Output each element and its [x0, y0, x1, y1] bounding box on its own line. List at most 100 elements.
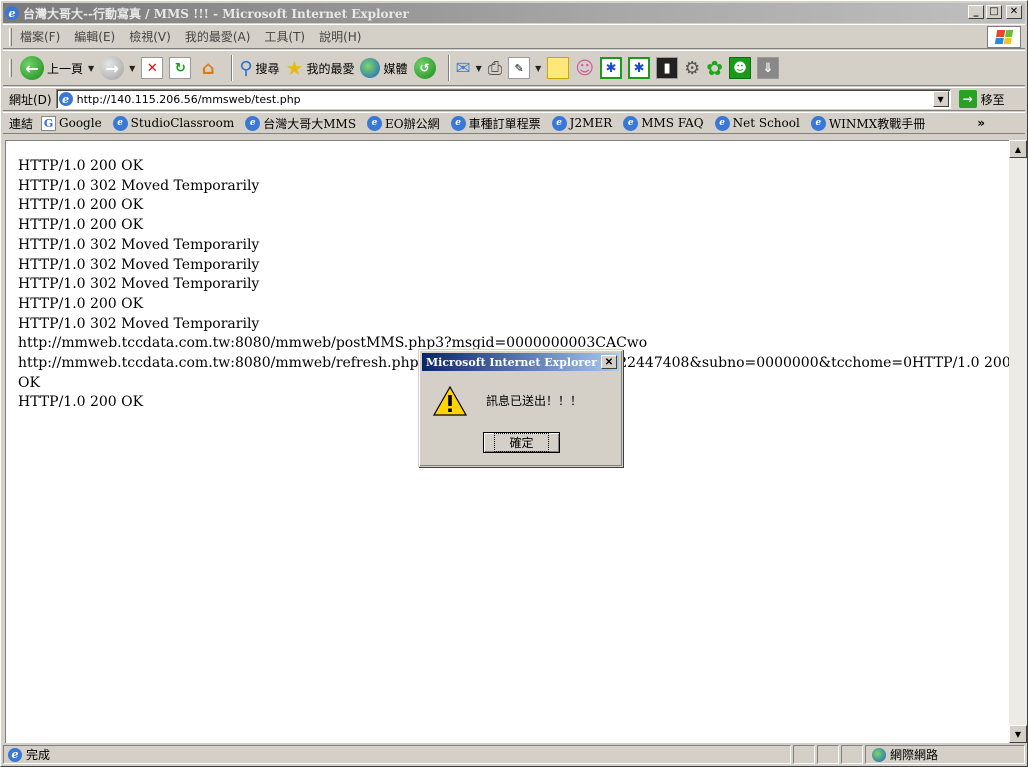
address-dropdown-icon[interactable]: ▼ — [932, 91, 949, 107]
dialog-close-button[interactable]: ✕ — [601, 355, 617, 369]
forward-dropdown-icon[interactable]: ▼ — [129, 64, 135, 73]
edit-dropdown-icon[interactable]: ▼ — [535, 64, 541, 73]
maximize-button[interactable]: □ — [986, 5, 1002, 19]
edit-button[interactable]: ✎ ▼ — [508, 54, 541, 82]
history-button[interactable]: ↺ — [413, 54, 436, 82]
address-input[interactable]: e http://140.115.206.56/mmsweb/test.php … — [55, 89, 951, 109]
links-overflow-chevron-icon[interactable]: » — [977, 116, 985, 130]
plugin-button-6[interactable]: ⇓ — [756, 54, 779, 82]
vertical-scrollbar[interactable]: ▲ ▼ — [1009, 140, 1027, 743]
favorites-button[interactable]: ★ 我的最愛 — [286, 54, 355, 82]
link-label: 車種訂單程票 — [468, 116, 541, 131]
back-button[interactable]: ← 上一頁 ▼ — [20, 54, 94, 82]
status-text-panel: e 完成 — [3, 745, 791, 764]
refresh-button[interactable]: ↻ — [169, 54, 192, 82]
link-winmx-guide[interactable]: e WINMX教戰手冊 — [810, 115, 926, 132]
dialog-title: Microsoft Internet Explorer — [426, 355, 598, 369]
film-icon: ▮ — [656, 57, 679, 79]
page-done-icon: e — [8, 747, 22, 762]
link-studioclassroom[interactable]: e StudioClassroom — [112, 115, 235, 131]
content-line: HTTP/1.0 302 Moved Temporarily — [18, 256, 260, 273]
media-label: 媒體 — [383, 61, 408, 76]
plugin-button-4[interactable]: ⚙ — [684, 54, 700, 82]
history-icon: ↺ — [413, 57, 436, 79]
mail-button[interactable]: ✉ ▼ — [456, 54, 482, 82]
ie-page-icon: e — [623, 115, 639, 131]
ie-page-icon: e — [367, 115, 383, 131]
go-button[interactable]: → 移至 — [958, 90, 1005, 108]
menu-view[interactable]: 檢視(V) — [129, 28, 171, 45]
messenger-button[interactable]: ☺ — [575, 54, 594, 82]
stop-button[interactable]: ✕ — [141, 54, 164, 82]
menu-file[interactable]: 檔案(F) — [20, 28, 60, 45]
links-bar: 連結 G Google e StudioClassroom e 台灣大哥大MMS… — [3, 112, 1025, 134]
search-label: 搜尋 — [255, 61, 280, 76]
warning-icon — [433, 386, 467, 416]
menu-tools[interactable]: 工具(T) — [264, 28, 305, 45]
scroll-up-button[interactable]: ▲ — [1009, 140, 1027, 158]
plugin-button-2[interactable]: ✱ — [628, 54, 651, 82]
edit-icon: ✎ — [508, 57, 531, 79]
notes-button[interactable] — [547, 54, 570, 82]
robot-icon: ☻ — [728, 57, 751, 79]
link-eo-office[interactable]: e EO辦公網 — [367, 115, 440, 132]
link-label: WINMX教戰手冊 — [828, 116, 926, 131]
content-line: HTTP/1.0 200 OK — [18, 197, 144, 214]
link-label: StudioClassroom — [130, 116, 235, 130]
minimize-button[interactable]: _ — [968, 5, 984, 19]
plugin-button-1[interactable]: ✱ — [600, 54, 623, 82]
media-globe-icon — [360, 58, 381, 78]
link-net-school[interactable]: e Net School — [714, 115, 800, 131]
menu-help[interactable]: 說明(H) — [319, 28, 361, 45]
ie-page-icon: e — [810, 115, 826, 131]
mail-dropdown-icon[interactable]: ▼ — [476, 64, 482, 73]
refresh-icon: ↻ — [169, 57, 192, 79]
windows-logo-icon — [987, 26, 1021, 48]
toolbar-separator — [447, 55, 450, 81]
search-icon: ⚲ — [239, 57, 253, 79]
back-dropdown-icon[interactable]: ▼ — [88, 64, 94, 73]
link-taiwan-mobile-mms[interactable]: e 台灣大哥大MMS — [245, 115, 356, 132]
menu-grip[interactable] — [9, 27, 12, 46]
link-j2mer[interactable]: e J2MER — [551, 115, 612, 131]
go-arrow-icon: → — [958, 90, 977, 108]
status-bar: e 完成 網際網路 — [3, 744, 1025, 765]
link-label: 台灣大哥大MMS — [263, 116, 357, 131]
address-bar: 網址(D) e http://140.115.206.56/mmsweb/tes… — [3, 87, 1025, 111]
forward-arrow-icon: → — [100, 56, 125, 80]
go-label: 移至 — [980, 92, 1005, 107]
ie-page-icon: e — [112, 115, 128, 131]
media-button[interactable]: 媒體 — [360, 54, 408, 82]
menu-favorites[interactable]: 我的最愛(A) — [185, 28, 251, 45]
link-ticket-order[interactable]: e 車種訂單程票 — [450, 115, 541, 132]
link-mms-faq[interactable]: e MMS FAQ — [623, 115, 704, 131]
plugin-button-5[interactable]: ☻ — [728, 54, 751, 82]
print-button[interactable]: ⎙ — [488, 54, 502, 82]
links-label: 連結 — [9, 116, 34, 131]
toolbar-separator — [231, 55, 234, 81]
scroll-down-button[interactable]: ▼ — [1009, 725, 1027, 743]
favorites-label: 我的最愛 — [306, 61, 355, 76]
close-button[interactable]: ✕ — [1006, 5, 1022, 19]
forward-button[interactable]: → ▼ — [100, 54, 135, 82]
ok-button[interactable]: 確定 — [483, 432, 560, 453]
dialog-message: 訊息已送出！！！ — [486, 394, 583, 408]
zone-label: 網際網路 — [890, 748, 939, 762]
menu-edit[interactable]: 編輯(E) — [74, 28, 115, 45]
search-button[interactable]: ⚲ 搜尋 — [239, 54, 279, 82]
standard-toolbar: ← 上一頁 ▼ → ▼ ✕ ↻ ⌂ ⚲ 搜尋 ★ 我的最愛 媒體 ↺ ✉ ▼ ⎙… — [3, 50, 1025, 86]
link-google[interactable]: G Google — [41, 115, 102, 131]
toolbar-grip[interactable] — [9, 59, 12, 77]
title-bar[interactable]: e 台灣大哥大--行動寫真 / MMS !!! - Microsoft Inte… — [3, 3, 1025, 23]
download-icon: ⇓ — [756, 57, 779, 79]
dialog-title-bar[interactable]: Microsoft Internet Explorer ✕ — [422, 353, 619, 371]
icq-button[interactable]: ✿ — [706, 54, 723, 82]
security-zone[interactable]: 網際網路 — [865, 745, 1025, 764]
ie-page-icon: e — [551, 115, 567, 131]
alert-dialog: Microsoft Internet Explorer ✕ 訊息已送出！！！ 確… — [418, 349, 623, 467]
content-line: HTTP/1.0 200 OK — [18, 295, 144, 312]
address-url[interactable]: http://140.115.206.56/mmsweb/test.php — [77, 93, 301, 106]
home-button[interactable]: ⌂ — [197, 54, 219, 82]
address-label: 網址(D) — [9, 92, 52, 107]
plugin-button-3[interactable]: ▮ — [656, 54, 679, 82]
